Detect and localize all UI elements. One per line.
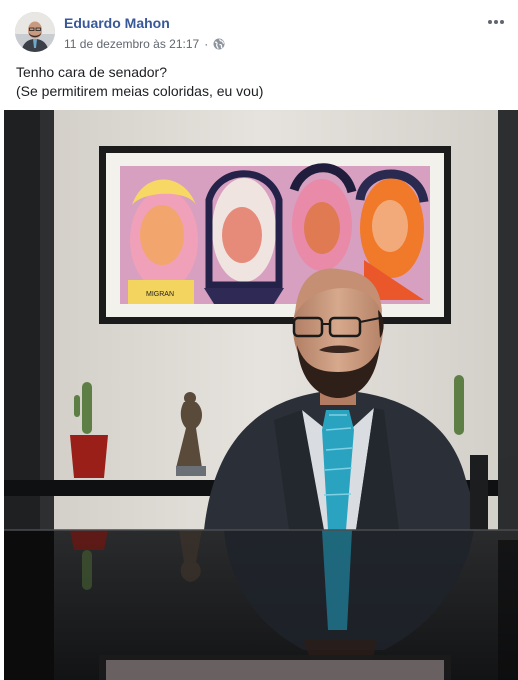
post-caption: Tenho cara de senador? (Se permitirem me…	[16, 63, 496, 101]
author-name[interactable]: Eduardo Mahon	[64, 15, 170, 31]
post-header: Eduardo Mahon 11 de dezembro às 21:17 ·	[0, 0, 518, 60]
painting-signature: MIGRAN	[146, 291, 174, 298]
photo-image: MIGRAN	[4, 110, 518, 680]
post-timestamp[interactable]: 11 de dezembro às 21:17	[64, 37, 199, 51]
meta-separator: ·	[204, 37, 209, 51]
author-avatar[interactable]	[15, 12, 55, 52]
facebook-post: Eduardo Mahon 11 de dezembro às 21:17 · …	[0, 0, 518, 680]
caption-line-1: Tenho cara de senador?	[16, 64, 167, 80]
more-horizontal-icon	[488, 20, 504, 24]
more-options-button[interactable]	[484, 12, 508, 32]
post-photo[interactable]: MIGRAN	[4, 110, 518, 680]
globe-icon[interactable]	[213, 38, 225, 50]
post-meta: 11 de dezembro às 21:17 ·	[64, 37, 225, 51]
avatar-image	[15, 12, 55, 52]
caption-line-2: (Se permitirem meias coloridas, eu vou)	[16, 83, 264, 99]
